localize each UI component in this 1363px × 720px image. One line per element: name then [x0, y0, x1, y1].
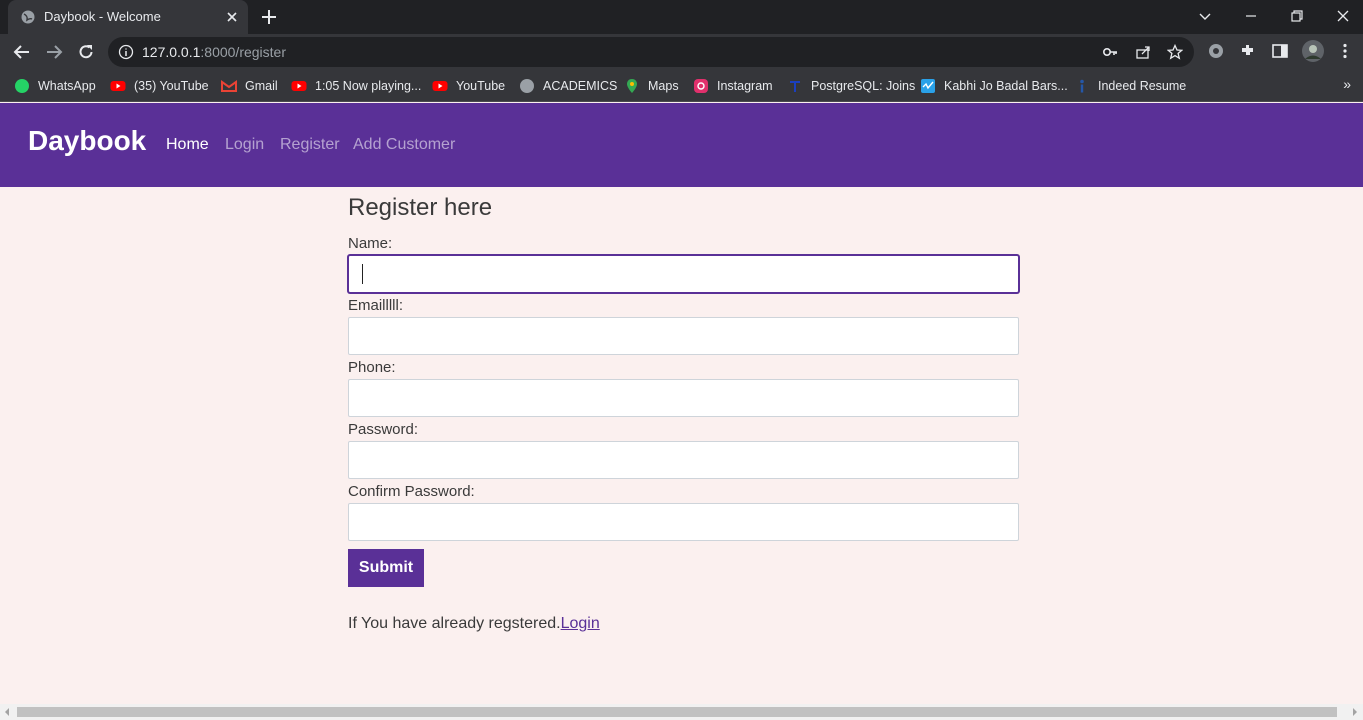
name-label: Name: — [348, 235, 393, 252]
reload-icon[interactable] — [76, 42, 96, 62]
email-label: Emailllll: — [348, 297, 404, 314]
bookmark-item[interactable]: Kabhi Jo Badal Bars... — [920, 76, 1068, 96]
bookmark-item[interactable]: Instagram — [693, 76, 773, 96]
bookmark-item[interactable]: YouTube — [432, 76, 505, 96]
already-registered-text: If You have already regstered.Login — [348, 615, 600, 632]
bookmark-item[interactable]: WhatsApp — [14, 76, 96, 96]
gmail-icon — [221, 80, 237, 92]
youtube-icon — [110, 81, 126, 91]
bookmark-item[interactable]: Indeed Resume — [1074, 76, 1186, 96]
bookmark-item[interactable]: (35) YouTube — [110, 76, 209, 96]
text-caret — [362, 264, 363, 284]
nav-add-customer[interactable]: Add Customer — [353, 136, 455, 154]
bookmark-label: Gmail — [245, 79, 278, 93]
bookmark-label: ACADEMICS — [543, 79, 618, 93]
scroll-left-arrow[interactable] — [5, 708, 9, 716]
forward-icon[interactable] — [44, 42, 64, 62]
bookmark-item[interactable]: Gmail — [221, 76, 278, 96]
youtube-icon — [432, 81, 448, 91]
bookmark-label: Maps — [648, 79, 679, 93]
extensions-icon[interactable] — [1239, 42, 1257, 60]
bookmark-label: YouTube — [456, 79, 506, 93]
instagram-icon — [694, 79, 708, 93]
scrollbar-thumb[interactable] — [17, 707, 1337, 717]
menu-dots-icon[interactable] — [1336, 42, 1354, 60]
maps-icon — [627, 79, 637, 93]
url-text: 127.0.0.1:8000/register — [142, 44, 286, 60]
bookmarks-bar: WhatsApp (35) YouTube Gmail 1:05 Now playin… — [0, 70, 1363, 102]
tab-search-icon[interactable] — [1195, 6, 1215, 26]
phone-field[interactable] — [348, 379, 1019, 417]
bookmark-item[interactable]: PostgreSQL: Joins — [787, 76, 915, 96]
password-label: Password: — [348, 421, 419, 438]
bookmark-item[interactable]: 1:05 Now playing... — [291, 76, 421, 96]
confirm-password-label: Confirm Password: — [348, 483, 475, 500]
side-panel-icon[interactable] — [1271, 42, 1289, 60]
bookmark-label: Kabhi Jo Badal Bars... — [944, 79, 1068, 93]
indeed-icon — [1080, 79, 1084, 93]
globe-icon — [21, 10, 35, 24]
nav-login[interactable]: Login — [225, 136, 264, 154]
bookmark-label: WhatsApp — [38, 79, 96, 93]
password-field[interactable] — [348, 441, 1019, 479]
bookmark-label: PostgreSQL: Joins — [811, 79, 916, 93]
name-field[interactable] — [348, 255, 1019, 293]
back-icon[interactable] — [12, 42, 32, 62]
browser-tab[interactable]: Daybook - Welcome — [8, 0, 248, 34]
nav-home[interactable]: Home — [166, 136, 209, 154]
bookmark-item[interactable]: ACADEMICS — [519, 76, 617, 96]
profile-avatar[interactable] — [1302, 40, 1324, 62]
extension-globe-icon[interactable] — [1207, 42, 1225, 60]
site-brand[interactable]: Daybook — [28, 125, 146, 157]
address-bar[interactable]: 127.0.0.1:8000/register — [108, 37, 1194, 67]
youtube-icon — [291, 81, 307, 91]
close-window-icon[interactable] — [1333, 6, 1353, 26]
music-icon — [921, 79, 935, 93]
phone-label: Phone: — [348, 359, 396, 376]
globe-icon — [520, 79, 534, 93]
site-navbar: Daybook Home Login Register Add Customer — [0, 103, 1363, 187]
browser-tabbar: Daybook - Welcome — [0, 0, 1363, 34]
new-tab-icon[interactable] — [260, 8, 278, 26]
minimize-icon[interactable] — [1241, 6, 1261, 26]
restore-icon[interactable] — [1287, 6, 1307, 26]
email-field[interactable] — [348, 317, 1019, 355]
nav-register[interactable]: Register — [280, 136, 340, 154]
close-icon[interactable] — [224, 9, 240, 25]
page-title: Register here — [348, 194, 493, 221]
login-link[interactable]: Login — [561, 615, 600, 632]
bookmarks-overflow-icon[interactable]: » — [1343, 76, 1351, 92]
whatsapp-icon — [15, 79, 29, 93]
browser-toolbar: 127.0.0.1:8000/register — [0, 34, 1363, 70]
scroll-right-arrow[interactable] — [1353, 708, 1357, 716]
submit-button[interactable]: Submit — [348, 549, 424, 587]
star-icon[interactable] — [1167, 44, 1183, 60]
key-icon[interactable] — [1102, 44, 1118, 60]
bookmark-label: (35) YouTube — [134, 79, 209, 93]
bookmark-label: Instagram — [717, 79, 773, 93]
info-icon[interactable] — [118, 44, 134, 60]
bookmark-label: 1:05 Now playing... — [315, 79, 422, 93]
bookmark-label: Indeed Resume — [1098, 79, 1187, 93]
tpoint-icon — [790, 81, 800, 92]
tab-title: Daybook - Welcome — [44, 9, 161, 24]
bookmark-item[interactable]: Maps — [624, 76, 679, 96]
share-icon[interactable] — [1135, 44, 1151, 60]
confirm-password-field[interactable] — [348, 503, 1019, 541]
horizontal-scrollbar[interactable] — [0, 704, 1363, 720]
